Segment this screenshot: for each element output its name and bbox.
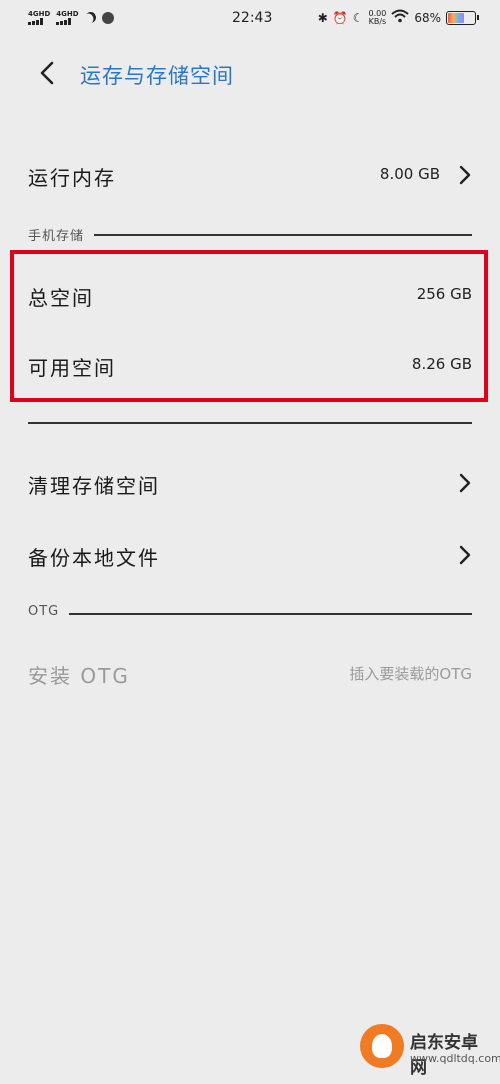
- phone-storage-section-header: 手机存储: [28, 225, 472, 245]
- page-title: 运存与存储空间: [80, 64, 234, 88]
- status-time: 22:43: [232, 10, 273, 26]
- status-left: 4GHD 4GHD: [28, 10, 114, 25]
- status-right: ✱ ⏰ ☾ 0.00 KB/s 68%: [317, 9, 479, 26]
- section-divider: [28, 613, 472, 615]
- signal-bars-icon: [56, 18, 72, 25]
- otg-section-header: OTG: [28, 604, 472, 624]
- install-otg-hint: 插入要装载的OTG: [349, 665, 472, 683]
- battery-icon: [446, 10, 479, 25]
- moon-icon: [83, 10, 98, 25]
- divider-line: [28, 422, 472, 424]
- bluetooth-icon: ✱: [317, 10, 328, 25]
- section-title: OTG: [28, 604, 70, 619]
- chevron-right-icon: [459, 473, 471, 493]
- speed-unit: KB/s: [368, 16, 387, 26]
- watermark: 启东安卓网 www.qdltdq.com: [360, 1016, 500, 1078]
- alarm-icon: ⏰: [332, 10, 348, 25]
- hd-badge-icon: [101, 11, 114, 24]
- clean-storage-label: 清理存储空间: [28, 474, 160, 498]
- ram-value: 8.00 GB: [379, 165, 440, 183]
- wifi-icon: [391, 9, 409, 26]
- install-otg-label: 安装 OTG: [28, 664, 130, 688]
- moon-icon: ☾: [352, 10, 364, 25]
- clean-storage-row[interactable]: 清理存储空间: [28, 458, 472, 508]
- ram-row[interactable]: 运行内存 8.00 GB: [28, 150, 472, 200]
- battery-fill: [448, 12, 465, 23]
- ram-label: 运行内存: [28, 166, 116, 190]
- sim1-signal: 4GHD: [28, 10, 50, 25]
- network-speed: 0.00 KB/s: [368, 9, 387, 26]
- highlight-box: [10, 250, 488, 402]
- watermark-url: www.qdltdq.com: [410, 1052, 500, 1065]
- sim2-signal: 4GHD: [56, 10, 79, 25]
- sim1-label: 4GHD: [28, 10, 51, 18]
- backup-files-row[interactable]: 备份本地文件: [28, 530, 472, 580]
- sim2-label: 4GHD: [56, 10, 79, 18]
- backup-files-label: 备份本地文件: [28, 546, 160, 570]
- signal-bars-icon: [28, 18, 43, 25]
- battery-percent: 68%: [414, 10, 441, 25]
- section-title: 手机存储: [28, 225, 95, 244]
- status-bar: 4GHD 4GHD 22:43 ✱ ⏰ ☾ 0.00 KB/s 68%: [0, 0, 500, 38]
- chevron-right-icon: [459, 165, 471, 185]
- section-divider: [28, 234, 472, 236]
- nav-header: 运存与存储空间: [0, 50, 500, 96]
- back-arrow-icon[interactable]: [36, 60, 58, 86]
- watermark-logo-icon: [360, 1024, 404, 1068]
- chevron-right-icon: [459, 545, 471, 565]
- install-otg-row[interactable]: 安装 OTG 插入要装载的OTG: [28, 648, 472, 698]
